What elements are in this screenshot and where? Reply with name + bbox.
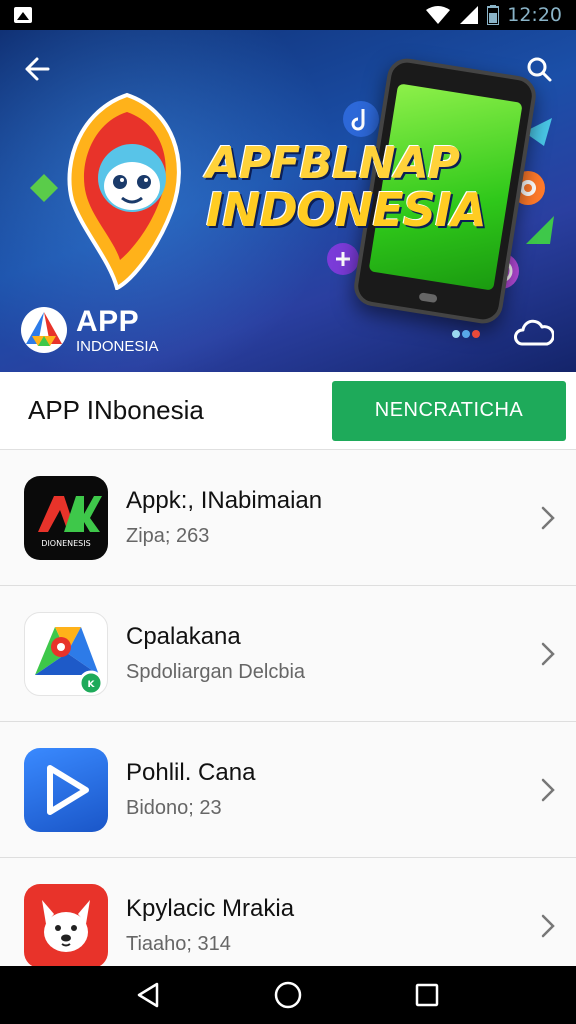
hero-dots <box>452 330 480 338</box>
cloud-icon[interactable] <box>514 316 554 348</box>
hero-banner: APFBLNAP INDONESIA APP INDONESIA <box>0 30 576 372</box>
logo-text-big: APP <box>76 304 140 338</box>
app-name: Appk:, INabimaian <box>126 487 323 514</box>
app-subtitle: Spdoliargan Delcbia <box>126 661 306 683</box>
signal-icon <box>459 5 479 25</box>
app-list: DIONENESIS Appk:, INabimaian Zipa; 263 K… <box>0 450 576 966</box>
maps-icon: K <box>24 611 108 696</box>
app-name: Kpylacic Mrakia <box>126 895 295 922</box>
image-icon <box>14 7 32 23</box>
page-header: APP INbonesia NENCRATICHA <box>0 372 576 450</box>
hero-title-line1: APFBLNAP <box>206 138 460 189</box>
wifi-icon <box>425 5 451 25</box>
app-icon-purple <box>327 243 359 275</box>
kite-icon <box>30 174 58 202</box>
page-title: APP INbonesia <box>28 395 204 425</box>
play-icon <box>24 747 108 832</box>
recents-square-icon[interactable] <box>407 975 447 1015</box>
dot <box>462 330 470 338</box>
home-circle-icon[interactable] <box>268 975 308 1015</box>
dot <box>452 330 460 338</box>
status-time: 12:20 <box>507 4 562 26</box>
hero-title-line2: INDONESIA <box>206 182 487 237</box>
hero-title: APFBLNAP INDONESIA <box>206 138 496 237</box>
chevron-right-icon <box>541 642 555 665</box>
system-nav-bar <box>0 966 576 1024</box>
mascot-illustration <box>67 92 181 290</box>
svg-text:DIONENESIS: DIONENESIS <box>41 539 90 548</box>
list-item[interactable]: Kpylacic Mrakia Tiaaho; 314 <box>0 858 576 966</box>
list-item[interactable]: K Cpalakana Spdoliargan Delcbia <box>0 586 576 722</box>
chevron-right-icon <box>541 506 555 529</box>
dog-face-icon <box>24 883 108 966</box>
app-name: Cpalakana <box>126 623 241 650</box>
primary-action-button[interactable]: NENCRATICHA <box>332 380 566 441</box>
list-item[interactable]: DIONENESIS Appk:, INabimaian Zipa; 263 <box>0 450 576 586</box>
back-triangle-icon[interactable] <box>129 975 169 1015</box>
status-bar: 12:20 <box>0 0 576 30</box>
app-name: Pohlil. Cana <box>126 759 256 786</box>
back-arrow-icon[interactable] <box>20 52 54 86</box>
battery-icon <box>487 5 500 25</box>
phone-home-button <box>418 292 438 304</box>
ak-logo-icon: DIONENESIS <box>24 475 108 560</box>
tiktok-icon <box>343 101 379 137</box>
status-left <box>14 7 32 23</box>
logo-mark-icon <box>21 307 67 353</box>
list-item[interactable]: Pohlil. Cana Bidono; 23 <box>0 722 576 858</box>
app-subtitle: Tiaaho; 314 <box>126 933 231 955</box>
app-indonesia-logo: APP INDONESIA <box>20 306 159 354</box>
chevron-right-icon <box>541 778 555 801</box>
chevron-right-icon <box>541 914 555 937</box>
dot <box>472 330 480 338</box>
svg-text:K: K <box>88 680 96 690</box>
triangle-icon <box>526 216 554 244</box>
app-subtitle: Zipa; 263 <box>126 525 210 547</box>
status-right: 12:20 <box>425 4 562 26</box>
app-subtitle: Bidono; 23 <box>126 797 222 819</box>
logo-text-small: INDONESIA <box>76 337 159 355</box>
